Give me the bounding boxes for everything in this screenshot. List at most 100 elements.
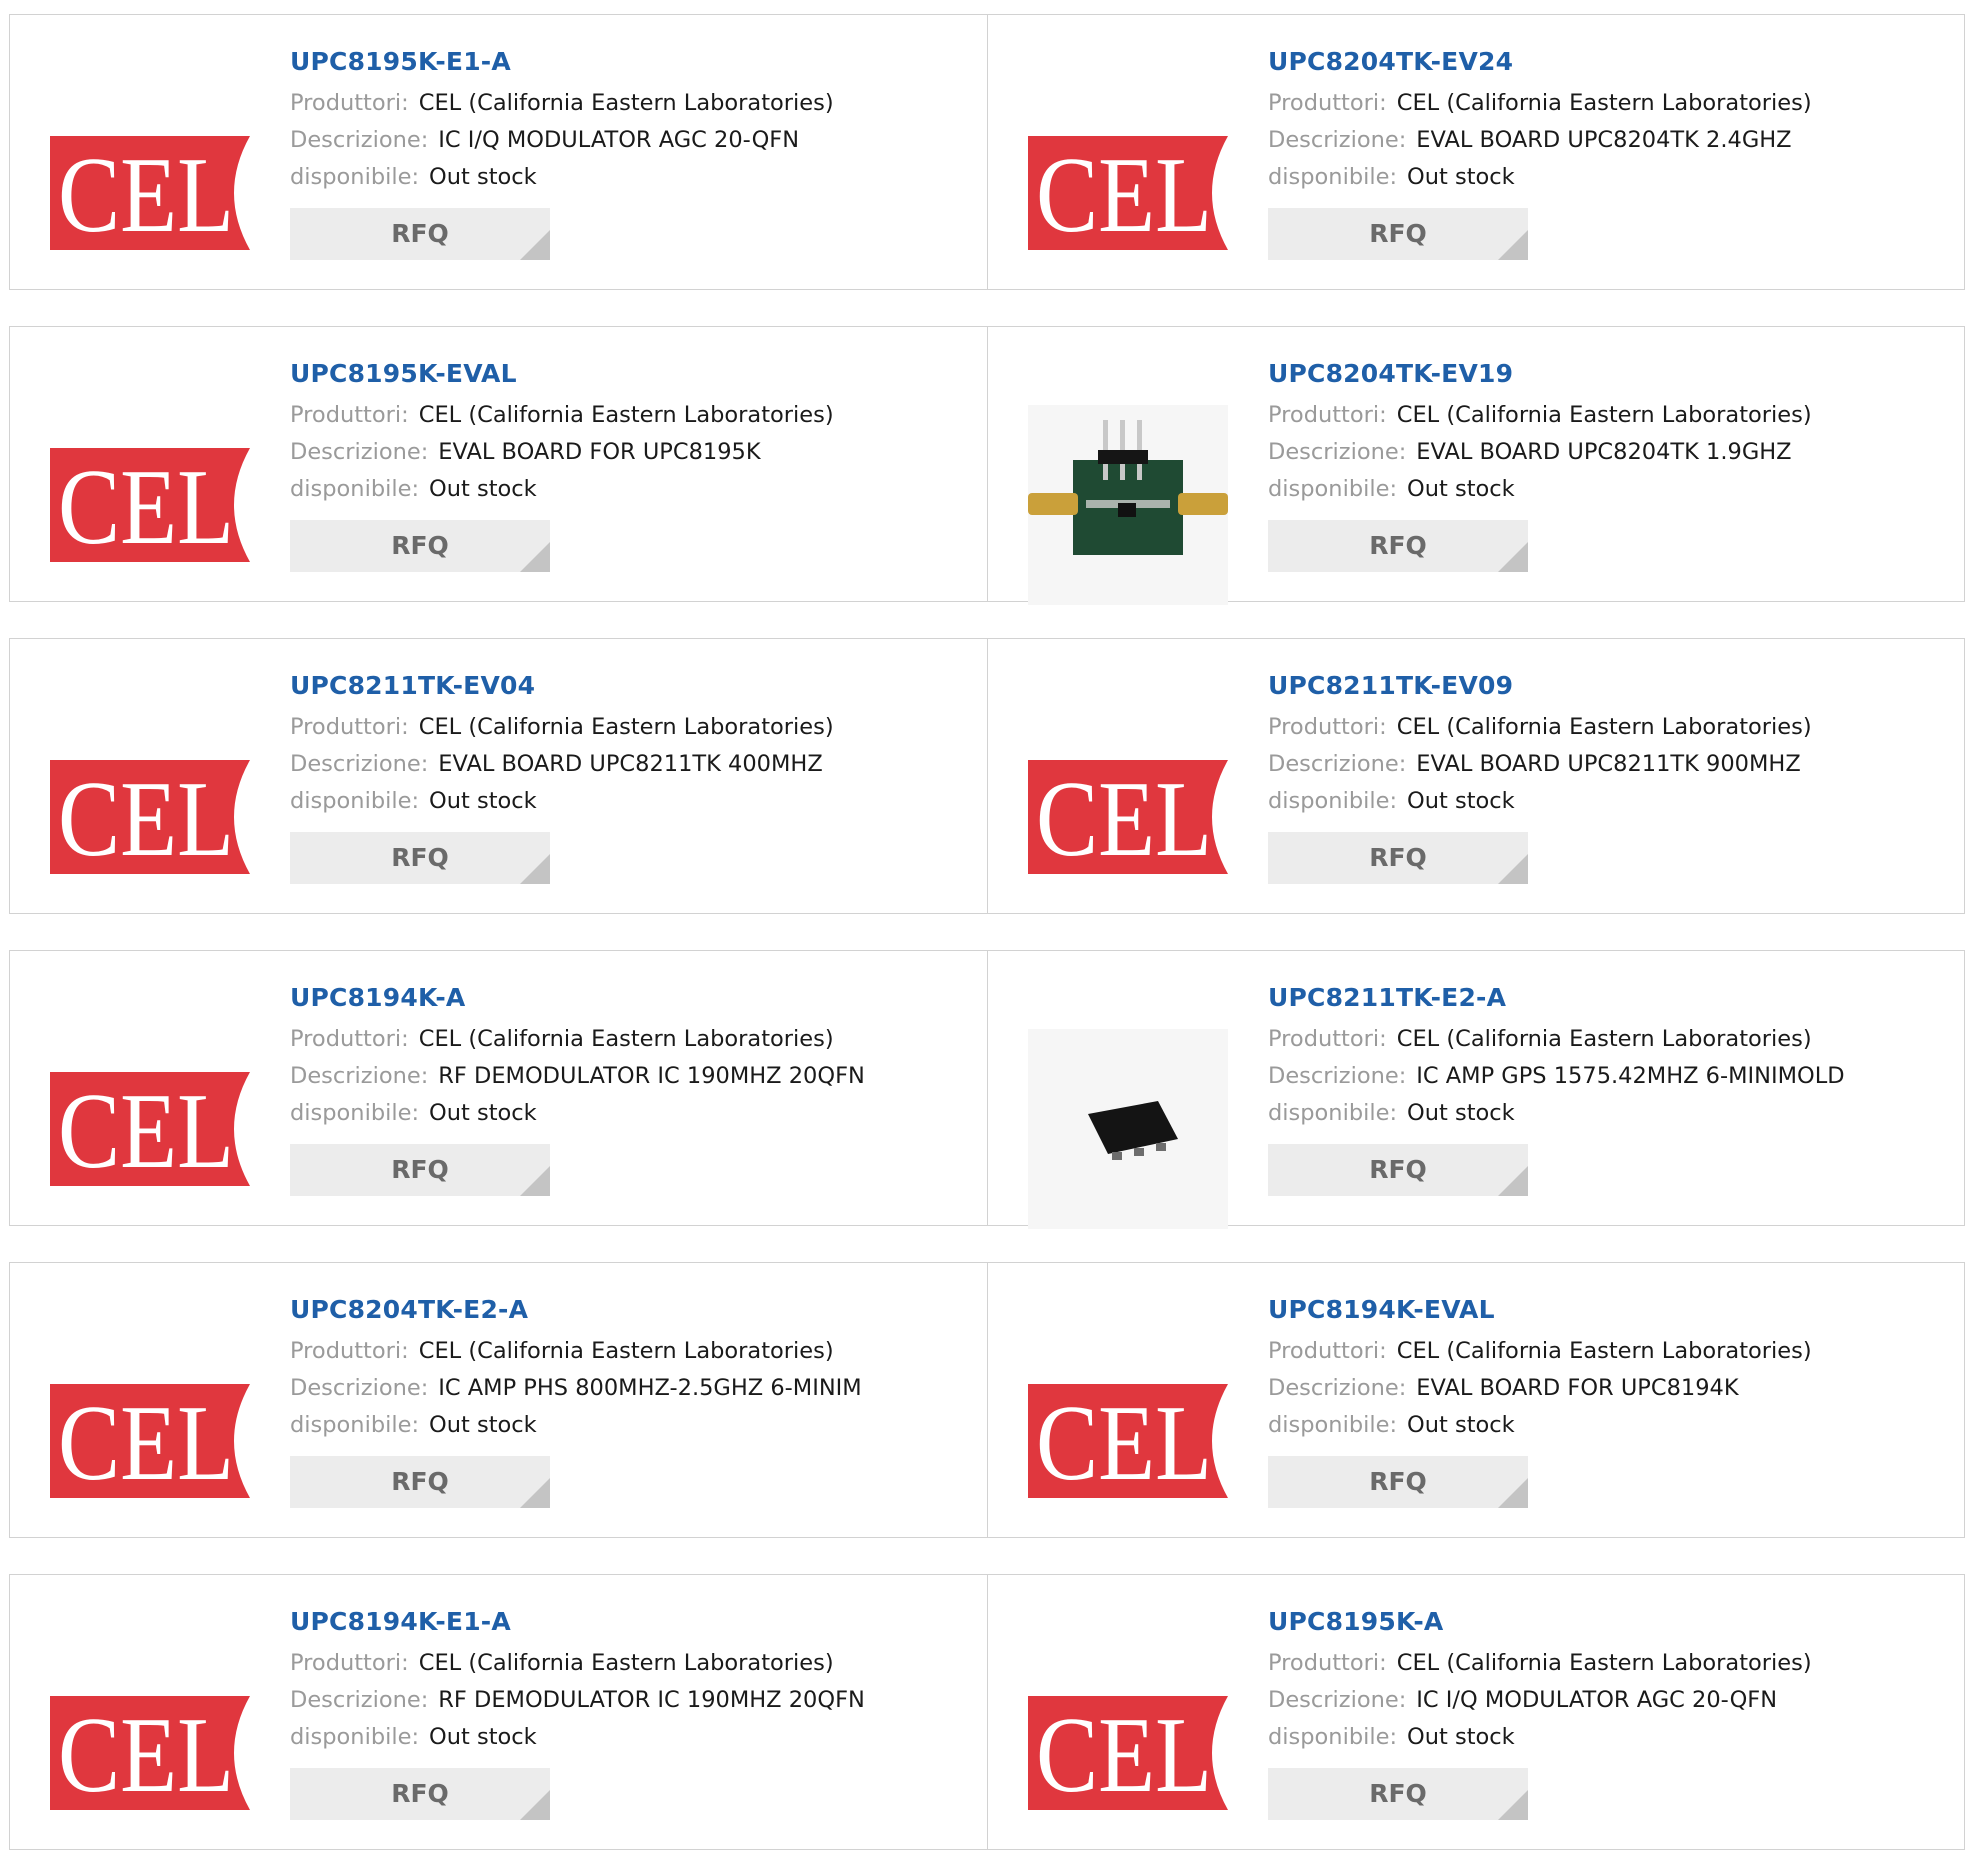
manufacturer-label: Produttori: (1268, 402, 1387, 428)
rfq-button[interactable]: RFQ (1268, 832, 1528, 884)
description-value: IC AMP PHS 800MHZ-2.5GHZ 6-MINIM (438, 1375, 862, 1401)
description-value: RF DEMODULATOR IC 190MHZ 20QFN (438, 1687, 865, 1713)
product-part-link[interactable]: UPC8195K-E1-A (290, 45, 977, 79)
manufacturer-value: CEL (California Eastern Laboratories) (418, 90, 834, 116)
product-info: UPC8195K-EVAL Produttori: CEL (California… (290, 357, 977, 572)
manufacturer-value: CEL (California Eastern Laboratories) (1396, 714, 1812, 740)
manufacturer-row: Produttori: CEL (California Eastern Labor… (1268, 1021, 1954, 1058)
product-info: UPC8204TK-EV24 Produttori: CEL (Californi… (1268, 45, 1954, 260)
availability-row: disponibile: Out stock (1268, 159, 1954, 196)
product-card: CEL UPC8211TK-EV04 Produttori: CEL (Calif… (9, 638, 988, 914)
product-info: UPC8195K-A Produttori: CEL (California Ea… (1268, 1605, 1954, 1820)
rfq-button[interactable]: RFQ (290, 1456, 550, 1508)
product-part-link[interactable]: UPC8204TK-EV19 (1268, 357, 1954, 391)
availability-row: disponibile: Out stock (290, 783, 977, 820)
product-part-link[interactable]: UPC8194K-E1-A (290, 1605, 977, 1639)
rfq-button[interactable]: RFQ (1268, 208, 1528, 260)
product-part-link[interactable]: UPC8194K-EVAL (1268, 1293, 1954, 1327)
rfq-button[interactable]: RFQ (290, 208, 550, 260)
rfq-button[interactable]: RFQ (1268, 1768, 1528, 1820)
corner-fold-icon (520, 854, 550, 884)
cel-logo-image[interactable]: CEL (1028, 1341, 1228, 1541)
description-row: Descrizione: IC I/Q MODULATOR AGC 20-QFN (290, 122, 977, 159)
product-card: UPC8211TK-E2-A Produttori: CEL (Californi… (987, 950, 1965, 1229)
description-label: Descrizione: (1268, 1063, 1407, 1089)
availability-row: disponibile: Out stock (1268, 471, 1954, 508)
availability-label: disponibile: (290, 164, 420, 190)
cel-logo-image[interactable]: CEL (50, 93, 250, 293)
cel-logo-image[interactable]: CEL (50, 1029, 250, 1229)
description-row: Descrizione: EVAL BOARD FOR UPC8194K (1268, 1370, 1954, 1407)
availability-value: Out stock (429, 476, 537, 502)
rfq-button[interactable]: RFQ (1268, 1456, 1528, 1508)
rfq-button[interactable]: RFQ (1268, 520, 1528, 572)
cel-logo-image[interactable]: CEL (1028, 93, 1228, 293)
rfq-button[interactable]: RFQ (1268, 1144, 1528, 1196)
rfq-label: RFQ (1369, 219, 1427, 248)
cel-logo-image[interactable]: CEL (50, 1653, 250, 1853)
product-part-link[interactable]: UPC8211TK-EV09 (1268, 669, 1954, 703)
description-label: Descrizione: (290, 1375, 429, 1401)
product-part-link[interactable]: UPC8211TK-EV04 (290, 669, 977, 703)
description-value: IC I/Q MODULATOR AGC 20-QFN (438, 127, 800, 153)
cel-logo-image[interactable]: CEL (50, 405, 250, 605)
availability-value: Out stock (1407, 164, 1515, 190)
product-part-link[interactable]: UPC8204TK-EV24 (1268, 45, 1954, 79)
corner-fold-icon (1498, 1166, 1528, 1196)
manufacturer-row: Produttori: CEL (California Eastern Labor… (290, 1645, 977, 1682)
corner-fold-icon (1498, 854, 1528, 884)
rfq-button[interactable]: RFQ (290, 1768, 550, 1820)
svg-text:CEL: CEL (1036, 1384, 1212, 1498)
product-card: CEL UPC8211TK-EV09 Produttori: CEL (Calif… (987, 638, 1965, 914)
description-label: Descrizione: (1268, 439, 1407, 465)
cel-logo-image[interactable]: CEL (50, 717, 250, 917)
product-part-link[interactable]: UPC8195K-A (1268, 1605, 1954, 1639)
corner-fold-icon (520, 542, 550, 572)
product-info: UPC8211TK-E2-A Produttori: CEL (Californi… (1268, 981, 1954, 1196)
product-card: CEL UPC8204TK-EV24 Produttori: CEL (Calif… (987, 14, 1965, 290)
product-card: CEL UPC8194K-EVAL Produttori: CEL (Califo… (987, 1262, 1965, 1538)
ic-package-photo[interactable] (1028, 1029, 1228, 1229)
product-part-link[interactable]: UPC8211TK-E2-A (1268, 981, 1954, 1015)
availability-row: disponibile: Out stock (290, 1095, 977, 1132)
description-row: Descrizione: EVAL BOARD FOR UPC8195K (290, 434, 977, 471)
cel-logo-image[interactable]: CEL (50, 1341, 250, 1541)
rfq-label: RFQ (391, 219, 449, 248)
corner-fold-icon (520, 230, 550, 260)
description-label: Descrizione: (290, 127, 429, 153)
availability-label: disponibile: (290, 1100, 420, 1126)
product-part-link[interactable]: UPC8195K-EVAL (290, 357, 977, 391)
description-value: EVAL BOARD UPC8204TK 1.9GHZ (1416, 439, 1792, 465)
corner-fold-icon (520, 1790, 550, 1820)
rfq-label: RFQ (391, 1467, 449, 1496)
manufacturer-value: CEL (California Eastern Laboratories) (1396, 1650, 1812, 1676)
product-grid: CEL UPC8195K-E1-A Produttori: CEL (Califo… (0, 0, 1965, 1850)
rfq-button[interactable]: RFQ (290, 520, 550, 572)
description-value: RF DEMODULATOR IC 190MHZ 20QFN (438, 1063, 865, 1089)
availability-value: Out stock (429, 1724, 537, 1750)
corner-fold-icon (520, 1478, 550, 1508)
manufacturer-value: CEL (California Eastern Laboratories) (1396, 402, 1812, 428)
availability-row: disponibile: Out stock (290, 471, 977, 508)
description-label: Descrizione: (1268, 1375, 1407, 1401)
manufacturer-value: CEL (California Eastern Laboratories) (418, 714, 834, 740)
cel-logo-image[interactable]: CEL (1028, 1653, 1228, 1853)
rfq-button[interactable]: RFQ (290, 1144, 550, 1196)
product-part-link[interactable]: UPC8204TK-E2-A (290, 1293, 977, 1327)
product-part-link[interactable]: UPC8194K-A (290, 981, 977, 1015)
product-info: UPC8211TK-EV04 Produttori: CEL (Californi… (290, 669, 977, 884)
product-info: UPC8204TK-EV19 Produttori: CEL (Californi… (1268, 357, 1954, 572)
description-row: Descrizione: EVAL BOARD UPC8204TK 2.4GHZ (1268, 122, 1954, 159)
product-card: CEL UPC8195K-EVAL Produttori: CEL (Califo… (9, 326, 988, 602)
description-label: Descrizione: (290, 751, 429, 777)
cel-logo-image[interactable]: CEL (1028, 717, 1228, 917)
availability-row: disponibile: Out stock (1268, 1407, 1954, 1444)
rfq-button[interactable]: RFQ (290, 832, 550, 884)
availability-label: disponibile: (290, 476, 420, 502)
manufacturer-row: Produttori: CEL (California Eastern Labor… (290, 1021, 977, 1058)
product-card: CEL UPC8195K-A Produttori: CEL (Californi… (987, 1574, 1965, 1850)
rfq-label: RFQ (1369, 1779, 1427, 1808)
manufacturer-label: Produttori: (290, 714, 409, 740)
rfq-label: RFQ (391, 1155, 449, 1184)
eval-board-photo[interactable] (1028, 405, 1228, 605)
